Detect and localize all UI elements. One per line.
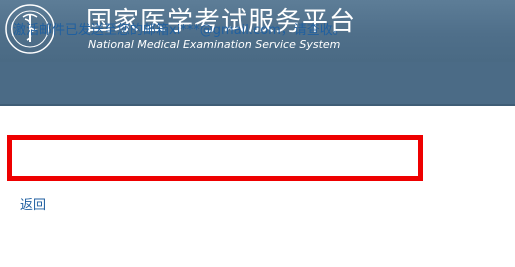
navigation-bar: [0, 62, 515, 106]
highlight-box: [7, 135, 423, 181]
back-link[interactable]: 返回: [20, 198, 46, 214]
site-subtitle: National Medical Examination Service Sys…: [88, 38, 341, 51]
activation-message: 激活邮件已发送至您的邮箱xi***@gmail.com，请查收。: [13, 23, 346, 38]
